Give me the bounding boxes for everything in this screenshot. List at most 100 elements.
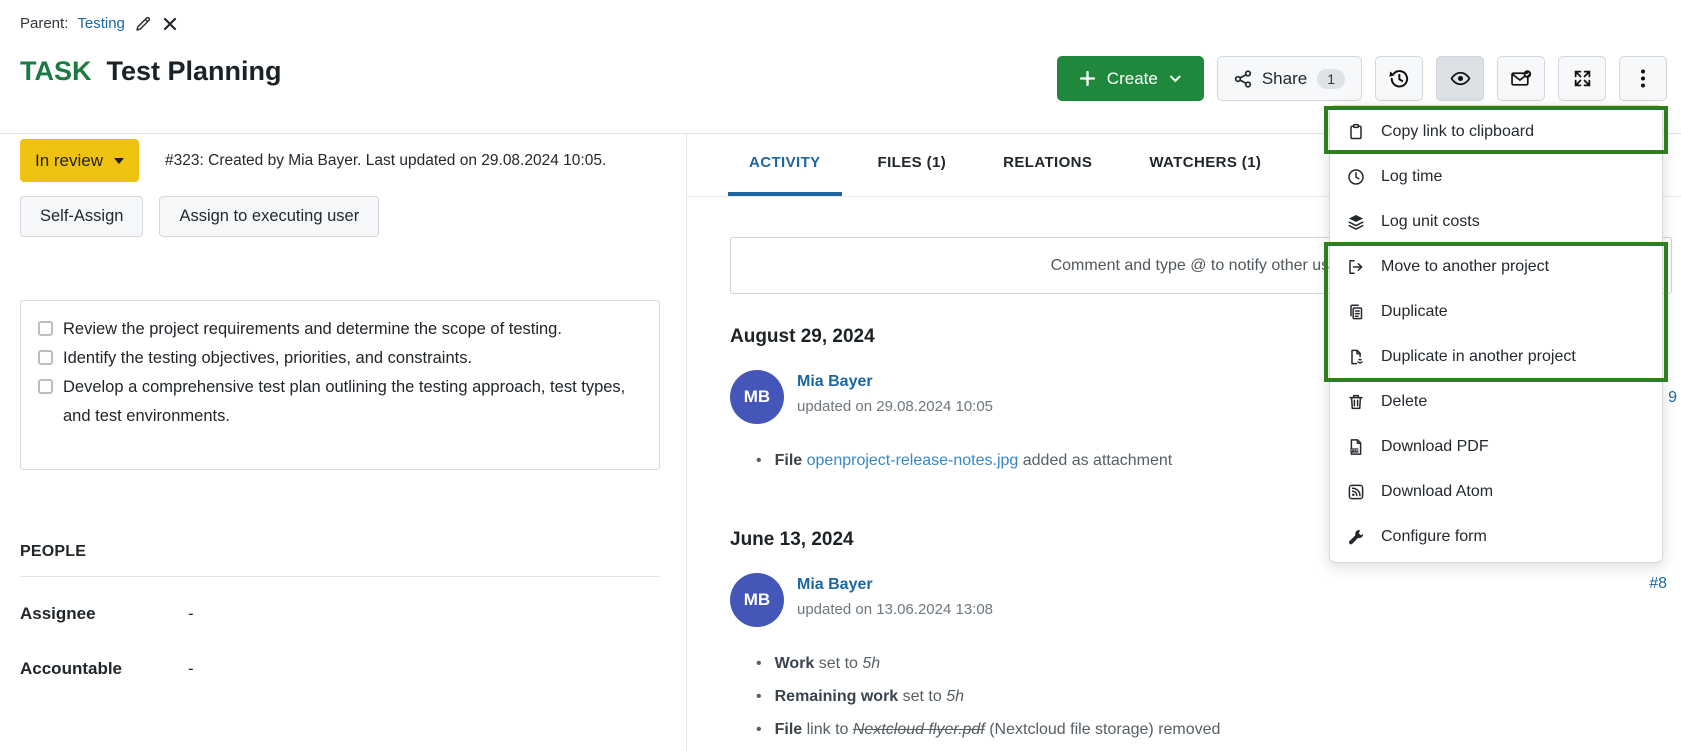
menu-item-duplicate-in-another-project[interactable]: Duplicate in another project	[1330, 334, 1662, 379]
activity-header: MB Mia Bayer updated on 13.06.2024 13:08	[730, 573, 1681, 627]
checkbox-icon[interactable]	[38, 321, 53, 336]
change-text: set to	[814, 655, 862, 672]
svg-text:PDF: PDF	[1351, 448, 1359, 452]
parent-link[interactable]: Testing	[77, 15, 125, 32]
menu-item-download-atom[interactable]: Download Atom	[1330, 469, 1662, 514]
work-package-page: { "parent": { "label": "Parent:", "link"…	[0, 0, 1681, 751]
status-dropdown[interactable]: In review	[20, 139, 139, 182]
menu-item-log-time[interactable]: Log time	[1330, 154, 1662, 199]
change-text: set to	[898, 688, 946, 705]
people-row-accountable: Accountable-	[20, 659, 660, 679]
work-package-title[interactable]: Test Planning	[107, 56, 282, 87]
work-package-meta: #323: Created by Mia Bayer. Last updated…	[165, 152, 606, 170]
activity-meta: updated on 13.06.2024 13:08	[797, 601, 993, 618]
parent-label: Parent:	[20, 15, 68, 32]
activity-number-link[interactable]: 9	[1668, 389, 1677, 407]
breadcrumb: Parent: Testing	[20, 14, 178, 33]
clock-icon	[1347, 168, 1365, 186]
eye-icon	[1450, 71, 1471, 86]
menu-item-label: Configure form	[1381, 528, 1487, 546]
atom-icon	[1347, 483, 1365, 501]
expand-icon	[1573, 69, 1592, 88]
self-assign-button[interactable]: Self-Assign	[20, 196, 143, 237]
menu-item-duplicate[interactable]: Duplicate	[1330, 289, 1662, 334]
change-text: 5h	[946, 688, 964, 705]
change-text: Nextcloud flyer.pdf	[853, 721, 985, 738]
tab-watchers-1[interactable]: WATCHERS (1)	[1128, 133, 1282, 196]
create-button[interactable]: Create	[1057, 56, 1204, 101]
activity-author-link[interactable]: Mia Bayer	[797, 373, 993, 391]
share-icon	[1234, 70, 1252, 88]
history-clock-icon	[1388, 68, 1410, 90]
activity-changes: Work set to 5hRemaining work set to 5hFi…	[730, 647, 1681, 746]
watch-button[interactable]	[1436, 56, 1484, 101]
menu-item-label: Move to another project	[1381, 258, 1549, 276]
fullscreen-button[interactable]	[1558, 56, 1606, 101]
activity-change-item: Work set to 5h	[756, 647, 1681, 680]
menu-item-label: Log unit costs	[1381, 213, 1480, 231]
menu-item-copy-link-to-clipboard[interactable]: Copy link to clipboard	[1330, 109, 1662, 154]
avatar: MB	[730, 573, 784, 627]
status-row: In review #323: Created by Mia Bayer. La…	[20, 139, 606, 182]
tab-activity[interactable]: ACTIVITY	[728, 133, 842, 196]
people-section: PEOPLE Assignee-Accountable-	[20, 543, 660, 679]
checklist-text: Identify the testing objectives, priorit…	[63, 344, 472, 373]
checklist-item: Review the project requirements and dete…	[38, 315, 642, 344]
description-checklist[interactable]: Review the project requirements and dete…	[20, 300, 660, 470]
plus-icon	[1080, 71, 1095, 86]
mark-notifications-read-button[interactable]	[1497, 56, 1545, 101]
share-button[interactable]: Share 1	[1217, 56, 1362, 101]
menu-item-move-to-another-project[interactable]: Move to another project	[1330, 244, 1662, 289]
field-label: Accountable	[20, 659, 188, 679]
change-text: link to	[802, 721, 853, 738]
page-title: TASK Test Planning	[20, 56, 282, 87]
activity-history-button[interactable]	[1375, 56, 1423, 101]
change-text: Remaining work	[775, 688, 899, 705]
assign-executing-user-button[interactable]: Assign to executing user	[159, 196, 379, 237]
chevron-down-icon	[1170, 75, 1181, 83]
checkbox-icon[interactable]	[38, 350, 53, 365]
move-icon	[1347, 258, 1365, 276]
chevron-down-icon	[114, 158, 124, 164]
checklist-text: Develop a comprehensive test plan outlin…	[63, 373, 642, 431]
tab-files-1[interactable]: FILES (1)	[857, 133, 968, 196]
duplicate-other-icon	[1347, 348, 1365, 366]
field-value[interactable]: -	[188, 604, 194, 624]
tab-relations[interactable]: RELATIONS	[982, 133, 1113, 196]
comment-placeholder: Comment and type @ to notify other users	[1051, 257, 1352, 275]
field-value[interactable]: -	[188, 659, 194, 679]
checklist-item: Develop a comprehensive test plan outlin…	[38, 373, 642, 431]
wrench-icon	[1347, 528, 1365, 546]
work-package-type[interactable]: TASK	[20, 56, 92, 87]
menu-item-label: Duplicate	[1381, 303, 1448, 321]
quick-actions: Self-Assign Assign to executing user	[20, 196, 379, 237]
menu-item-download-pdf[interactable]: PDF Download PDF	[1330, 424, 1662, 469]
menu-item-label: Copy link to clipboard	[1381, 123, 1534, 141]
menu-item-label: Delete	[1381, 393, 1427, 411]
field-label: Assignee	[20, 604, 188, 624]
author-info: Mia Bayer updated on 13.06.2024 13:08	[797, 573, 993, 627]
file-link[interactable]: openproject-release-notes.jpg	[807, 452, 1019, 469]
more-actions-button[interactable]	[1619, 56, 1667, 101]
activity-author-link[interactable]: Mia Bayer	[797, 576, 993, 594]
menu-item-label: Download PDF	[1381, 438, 1489, 456]
checkbox-icon[interactable]	[38, 379, 53, 394]
checklist-item: Identify the testing objectives, priorit…	[38, 344, 642, 373]
remove-parent-close-icon[interactable]	[162, 16, 178, 32]
menu-item-configure-form[interactable]: Configure form	[1330, 514, 1662, 559]
change-text: (Nextcloud file storage) removed	[985, 721, 1221, 738]
checklist-text: Review the project requirements and dete…	[63, 315, 562, 344]
menu-item-log-unit-costs[interactable]: Log unit costs	[1330, 199, 1662, 244]
share-count-badge: 1	[1317, 69, 1345, 89]
status-label: In review	[35, 151, 103, 171]
change-text: File	[775, 452, 807, 469]
activity-number-link[interactable]: #8	[1649, 575, 1667, 593]
people-heading: PEOPLE	[20, 543, 660, 561]
menu-item-delete[interactable]: Delete	[1330, 379, 1662, 424]
menu-item-label: Log time	[1381, 168, 1442, 186]
pdf-icon: PDF	[1347, 438, 1365, 456]
kebab-icon	[1640, 68, 1646, 89]
menu-item-label: Duplicate in another project	[1381, 348, 1576, 366]
change-text: added as attachment	[1018, 452, 1172, 469]
edit-parent-pencil-icon[interactable]	[134, 14, 153, 33]
